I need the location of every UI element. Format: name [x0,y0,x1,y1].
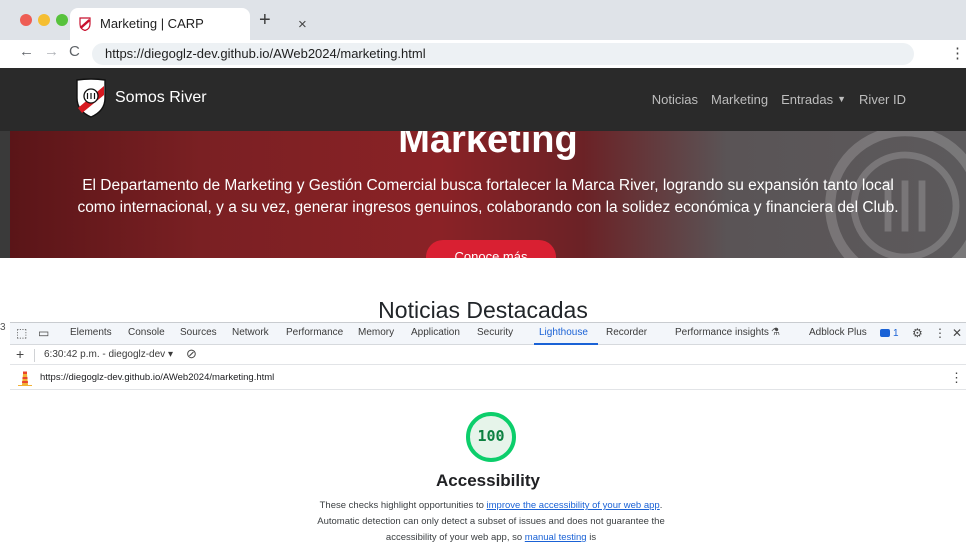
tab-memory[interactable]: Memory [358,327,394,338]
site-nav-links: Noticias Marketing Entradas ▼ River ID [652,92,906,107]
report-menu-icon[interactable]: ⋮ [950,370,963,386]
tab-security[interactable]: Security [477,327,513,338]
accessibility-score-value: 100 [477,427,505,445]
site-navbar: Somos River Noticias Marketing Entradas ▼… [0,68,966,131]
forward-arrow-icon[interactable]: → [44,43,59,60]
browser-tab-strip: Marketing | CARP × + [0,0,966,40]
flask-icon: ⚗ [771,327,780,338]
devtools-panel: ⬚ ▭ Elements Console Sources Network Per… [10,322,966,546]
browser-tab[interactable]: Marketing | CARP × [70,8,307,40]
inspect-element-icon[interactable]: ⬚ [16,326,27,340]
improve-accessibility-link[interactable]: improve the accessibility of your web ap… [487,500,660,511]
nav-link-river-id[interactable]: River ID [859,92,906,107]
hero-banner: Marketing El Departamento de Marketing y… [10,131,966,258]
settings-gear-icon[interactable]: ⚙ [912,326,923,340]
tab-network[interactable]: Network [232,327,269,338]
river-plate-favicon-icon [79,17,91,31]
brand-name[interactable]: Somos River [115,89,207,107]
new-report-plus-icon[interactable]: + [16,346,24,362]
tab-lighthouse[interactable]: Lighthouse [539,327,588,338]
conoce-mas-label: Conoce más [454,249,528,258]
window-zoom-button[interactable] [56,14,68,26]
back-arrow-icon[interactable]: ← [19,43,34,60]
browser-toolbar: ← → C https://diegoglz-dev.github.io/AWe… [0,40,966,68]
close-devtools-icon[interactable]: ✕ [952,326,962,340]
gutter-mark: 3 [0,322,6,333]
tab-adblock-plus[interactable]: Adblock Plus [809,327,867,338]
section-title: Noticias Destacadas [378,297,588,323]
reload-icon[interactable]: C [69,43,80,60]
tab-recorder[interactable]: Recorder [606,327,647,338]
tab-close-icon[interactable]: × [298,16,307,33]
caret-down-icon: ▼ [837,94,847,104]
browser-menu-icon[interactable]: ⋮ [950,44,965,62]
lighthouse-logo-icon [18,371,32,386]
window-minimize-button[interactable] [38,14,50,26]
nav-link-noticias[interactable]: Noticias [652,92,698,107]
conoce-mas-button[interactable]: Conoce más [426,240,556,258]
issues-icon [880,329,890,337]
active-tab-indicator [534,343,598,345]
new-tab-button[interactable]: + [259,10,271,30]
tab-elements[interactable]: Elements [70,327,112,338]
tab-application[interactable]: Application [411,327,460,338]
hero-title: Marketing [398,131,578,161]
issues-badge[interactable]: 1 [880,328,899,339]
tab-sources[interactable]: Sources [180,327,217,338]
devtools-tab-bar: ⬚ ▭ Elements Console Sources Network Per… [10,323,966,345]
tab-performance-insights[interactable]: Performance insights [675,327,769,338]
address-bar-url[interactable]: https://diegoglz-dev.github.io/AWeb2024/… [105,46,426,61]
report-selector-label: 6:30:42 p.m. - diegoglz-dev [44,349,166,360]
hero-description: El Departamento de Marketing y Gestión C… [77,177,899,216]
desc-text-1: These checks highlight opportunities to [319,500,487,511]
lighthouse-url-bar: https://diegoglz-dev.github.io/AWeb2024/… [10,366,966,390]
manual-testing-link[interactable]: manual testing [525,532,587,543]
window-close-button[interactable] [20,14,32,26]
lighthouse-toolbar: + 6:30:42 p.m. - diegoglz-dev ▾ ⊘ [10,346,966,365]
clear-reports-icon[interactable]: ⊘ [186,346,197,362]
issues-count: 1 [893,328,899,339]
nav-link-marketing[interactable]: Marketing [711,92,768,107]
river-plate-crest-logo[interactable] [75,78,107,118]
category-title: Accessibility [436,471,540,490]
tab-title: Marketing | CARP [100,16,204,31]
more-options-icon[interactable]: ⋮ [934,326,946,340]
device-toolbar-icon[interactable]: ▭ [38,326,49,340]
nav-link-entradas-label: Entradas [781,92,834,107]
tab-console[interactable]: Console [128,327,165,338]
address-bar[interactable]: https://diegoglz-dev.github.io/AWeb2024/… [92,43,914,65]
category-description: These checks highlight opportunities to … [310,498,672,546]
audited-url: https://diegoglz-dev.github.io/AWeb2024/… [40,372,275,383]
desc-text-3: is [586,532,597,543]
hero-left-edge [0,131,10,258]
tab-performance[interactable]: Performance [286,327,343,338]
toolbar-divider [34,349,35,362]
report-selector[interactable]: 6:30:42 p.m. - diegoglz-dev ▾ [44,349,173,360]
nav-link-entradas[interactable]: Entradas ▼ [781,92,846,107]
